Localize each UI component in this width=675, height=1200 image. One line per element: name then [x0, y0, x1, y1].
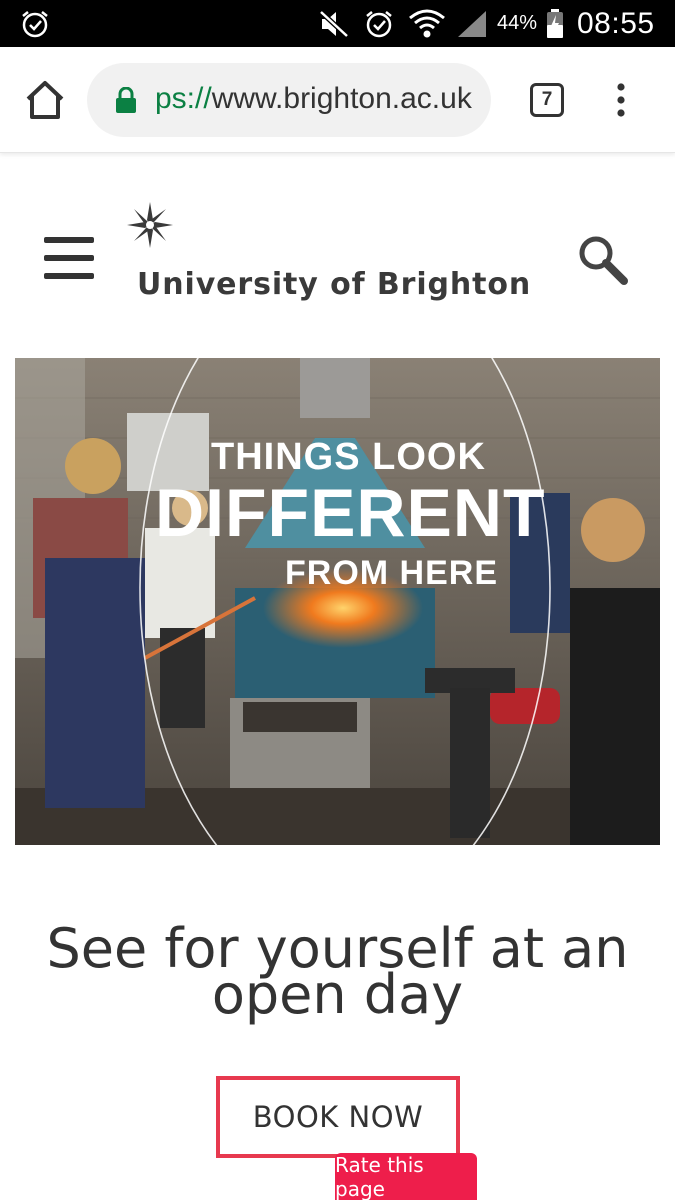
url-bar[interactable]: ps://www.brighton.ac.uk: [87, 63, 491, 137]
hero-line-3: FROM HERE: [285, 554, 498, 592]
logo-wordmark: University of Brighton: [137, 267, 532, 302]
alarm-icon: [364, 0, 394, 47]
rate-this-page-button[interactable]: Rate this page: [335, 1153, 477, 1200]
mute-icon: [318, 0, 350, 47]
url-text: ps://www.brighton.ac.uk: [155, 82, 472, 116]
menu-icon[interactable]: [44, 237, 94, 281]
hero-line-1: THINGS LOOK: [211, 436, 486, 478]
site-header: University of Brighton: [0, 153, 675, 343]
battery-percent: 44%: [497, 12, 538, 34]
search-icon[interactable]: [574, 231, 630, 287]
more-vert-icon[interactable]: [611, 81, 631, 121]
clock-time: 08:55: [577, 6, 655, 40]
home-icon[interactable]: [22, 79, 68, 121]
hero-headline: THINGS LOOK DIFFERENT FROM HERE: [15, 358, 660, 845]
tab-switcher-button[interactable]: 7: [530, 83, 564, 117]
openday-heading: See for yourself at an open day: [46, 917, 629, 1026]
star-logo-icon: [126, 201, 174, 249]
signal-icon: [456, 0, 488, 47]
hero-line-2: DIFFERENT: [155, 475, 546, 551]
status-bar: 44% 08:55: [0, 0, 675, 47]
url-scheme: ps://: [155, 82, 212, 115]
browser-toolbar: ps://www.brighton.ac.uk 7: [0, 47, 675, 153]
book-now-button[interactable]: BOOK NOW: [216, 1076, 460, 1158]
hero-banner[interactable]: THINGS LOOK DIFFERENT FROM HERE: [15, 358, 660, 845]
wifi-icon: [408, 0, 446, 47]
alarm-icon: [20, 0, 50, 47]
battery-icon: [545, 0, 565, 47]
url-host: www.brighton.ac.uk: [211, 82, 472, 115]
university-logo[interactable]: University of Brighton: [126, 201, 556, 311]
lock-icon: [115, 86, 137, 113]
